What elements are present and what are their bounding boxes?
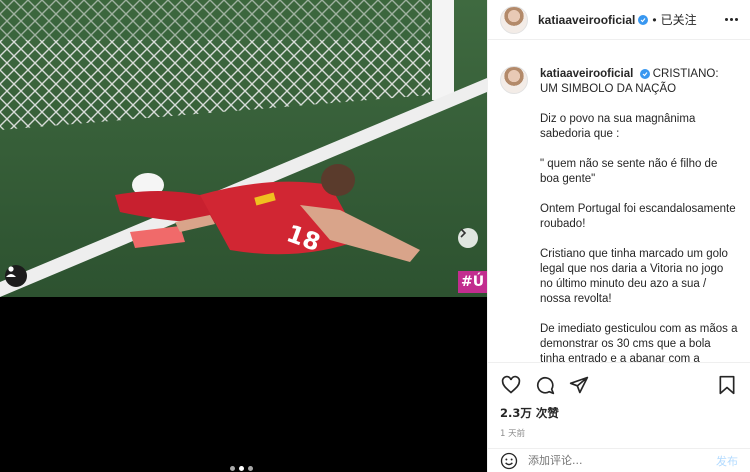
- comment-button[interactable]: [534, 374, 556, 396]
- post-media[interactable]: 18 #Ú: [0, 0, 487, 472]
- caption-section: katiaaveirooficial CRISTIANO: UM SIMBOLO…: [488, 56, 750, 362]
- verified-badge-icon: [638, 14, 649, 25]
- user-tag-button[interactable]: [5, 265, 27, 287]
- carousel-dot: [230, 466, 235, 471]
- bookmark-icon: [719, 375, 735, 395]
- following-button[interactable]: 已关注: [661, 11, 697, 28]
- next-slide-button[interactable]: [458, 228, 478, 248]
- comment-input[interactable]: [528, 454, 698, 467]
- caption-avatar[interactable]: [500, 66, 528, 94]
- share-button[interactable]: [568, 374, 590, 396]
- hashtag-watermark: #Ú: [458, 271, 487, 293]
- post-comment-button[interactable]: 发布: [716, 453, 738, 469]
- post-timestamp[interactable]: 1 天前: [500, 427, 738, 439]
- caption-username[interactable]: katiaaveirooficial: [540, 68, 633, 80]
- like-button[interactable]: [500, 374, 522, 396]
- caption-title: katiaaveirooficial CRISTIANO: UM SIMBOLO…: [540, 67, 738, 97]
- avatar[interactable]: [500, 5, 528, 34]
- header-username[interactable]: katiaaveirooficial: [538, 13, 635, 27]
- caption-paragraph: Cristiano que tinha marcado um golo lega…: [540, 248, 728, 305]
- comment-icon: [536, 376, 555, 395]
- post-photo[interactable]: 18 #Ú: [0, 0, 487, 297]
- user-tag-icon: [6, 266, 16, 277]
- carousel-dots: [230, 466, 253, 471]
- separator-dot: •: [652, 12, 657, 27]
- carousel-dot-active: [239, 466, 244, 471]
- save-button[interactable]: [716, 374, 738, 396]
- caption-paragraph: Ontem Portugal foi escandalosamente roub…: [540, 203, 736, 230]
- comment-form: 发布: [488, 448, 750, 472]
- caption-paragraph: " quem não se sente não é filho de boa g…: [540, 158, 718, 185]
- share-icon: [569, 376, 589, 394]
- more-options-icon[interactable]: [725, 18, 738, 21]
- heart-icon: [501, 375, 521, 394]
- match-scene-illustration: 18: [0, 0, 487, 297]
- action-bar: 2.3万 次赞 1 天前: [488, 362, 750, 439]
- caption-paragraph: Diz o povo na sua magnânima sabedoria qu…: [540, 113, 696, 140]
- caption-paragraph: De imediato gesticulou com as mãos a dem…: [540, 323, 738, 362]
- carousel-dot: [248, 466, 253, 471]
- view-count[interactable]: 2.3万 次赞: [500, 405, 738, 421]
- emoji-icon[interactable]: [500, 452, 518, 470]
- verified-badge-icon: [639, 68, 650, 79]
- chevron-right-icon: [460, 228, 467, 238]
- post-side-panel: katiaaveirooficial • 已关注 katiaaveiroofic…: [487, 0, 750, 472]
- post-header: katiaaveirooficial • 已关注: [488, 0, 750, 40]
